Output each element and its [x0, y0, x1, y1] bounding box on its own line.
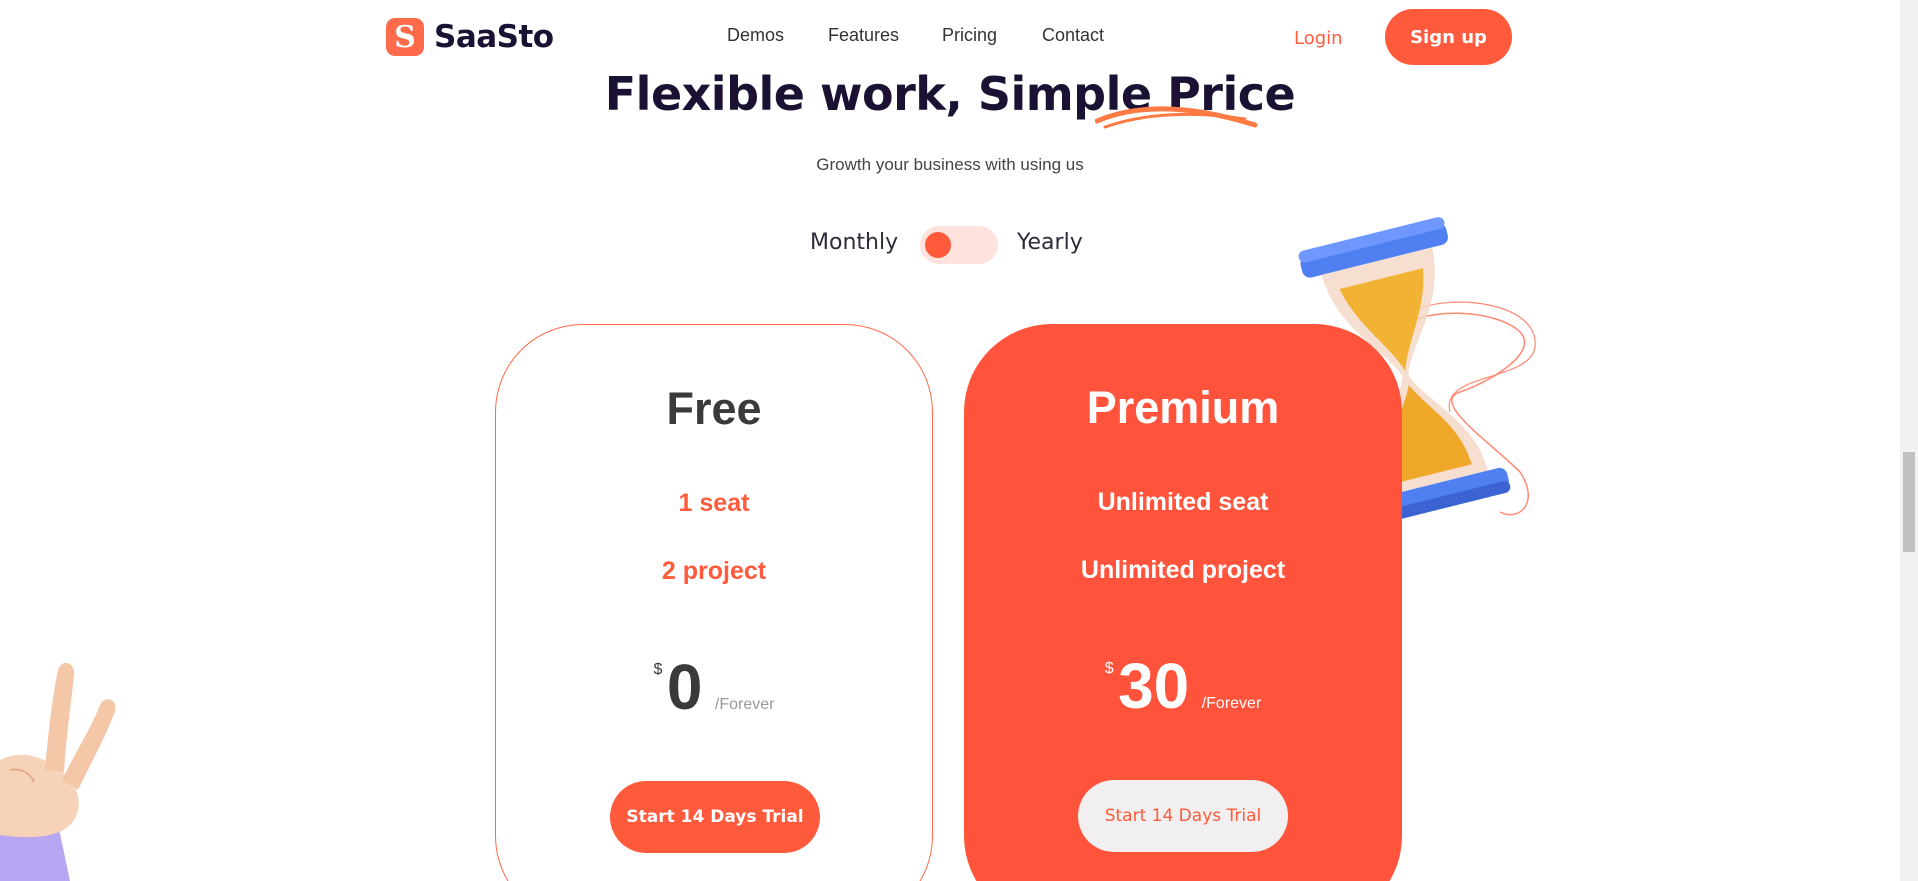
plan-name: Free — [666, 383, 762, 434]
price-amount: 0 — [666, 651, 703, 723]
page-title: Flexible work, Simple Price — [604, 67, 1296, 121]
price-currency: $ — [1104, 660, 1114, 677]
page-subtitle: Growth your business with using us — [816, 155, 1084, 174]
price-period: /Forever — [1201, 695, 1262, 712]
pricing-page: S SaaSto Demos Features Pricing Contact … — [0, 0, 1900, 881]
plan-name: Premium — [1086, 382, 1280, 433]
nav-item-contact[interactable]: Contact — [1042, 25, 1104, 46]
underline-swoosh-icon — [1095, 106, 1258, 129]
price-period: /Forever — [714, 696, 775, 713]
plan-feature: 1 seat — [678, 489, 750, 517]
start-trial-button-free[interactable]: Start 14 Days Trial — [610, 781, 820, 853]
plan-feature: Unlimited project — [1080, 556, 1286, 584]
scrollbar-thumb[interactable] — [1903, 452, 1915, 552]
billing-toggle-row: Monthly Yearly — [0, 226, 1900, 266]
nav-item-features[interactable]: Features — [828, 25, 899, 46]
plan-feature: Unlimited seat — [1097, 488, 1269, 516]
main-nav: Demos Features Pricing Contact — [0, 25, 1900, 49]
price-amount: 30 — [1118, 650, 1190, 722]
yearly-label[interactable]: Yearly — [1017, 230, 1083, 255]
plan-price: $ 30 /Forever — [964, 654, 1402, 718]
price-currency: $ — [653, 661, 663, 678]
plan-card-premium: Premium Unlimited seat Unlimited project… — [964, 324, 1402, 881]
signup-button[interactable]: Sign up — [1385, 9, 1512, 65]
page-scrollbar[interactable] — [1900, 0, 1918, 881]
plan-card-free: Free 1 seat 2 project $ 0 /Forever Start… — [495, 324, 933, 881]
nav-item-demos[interactable]: Demos — [727, 25, 784, 46]
plan-price: $ 0 /Forever — [496, 655, 932, 719]
login-link[interactable]: Login — [1294, 28, 1343, 49]
nav-item-pricing[interactable]: Pricing — [942, 25, 997, 46]
toggle-knob — [925, 232, 951, 258]
start-trial-button-premium[interactable]: Start 14 Days Trial — [1078, 780, 1288, 852]
monthly-label[interactable]: Monthly — [810, 230, 898, 255]
plan-feature: 2 project — [661, 557, 767, 585]
billing-toggle[interactable] — [920, 226, 998, 264]
peace-hand-icon — [0, 662, 116, 881]
